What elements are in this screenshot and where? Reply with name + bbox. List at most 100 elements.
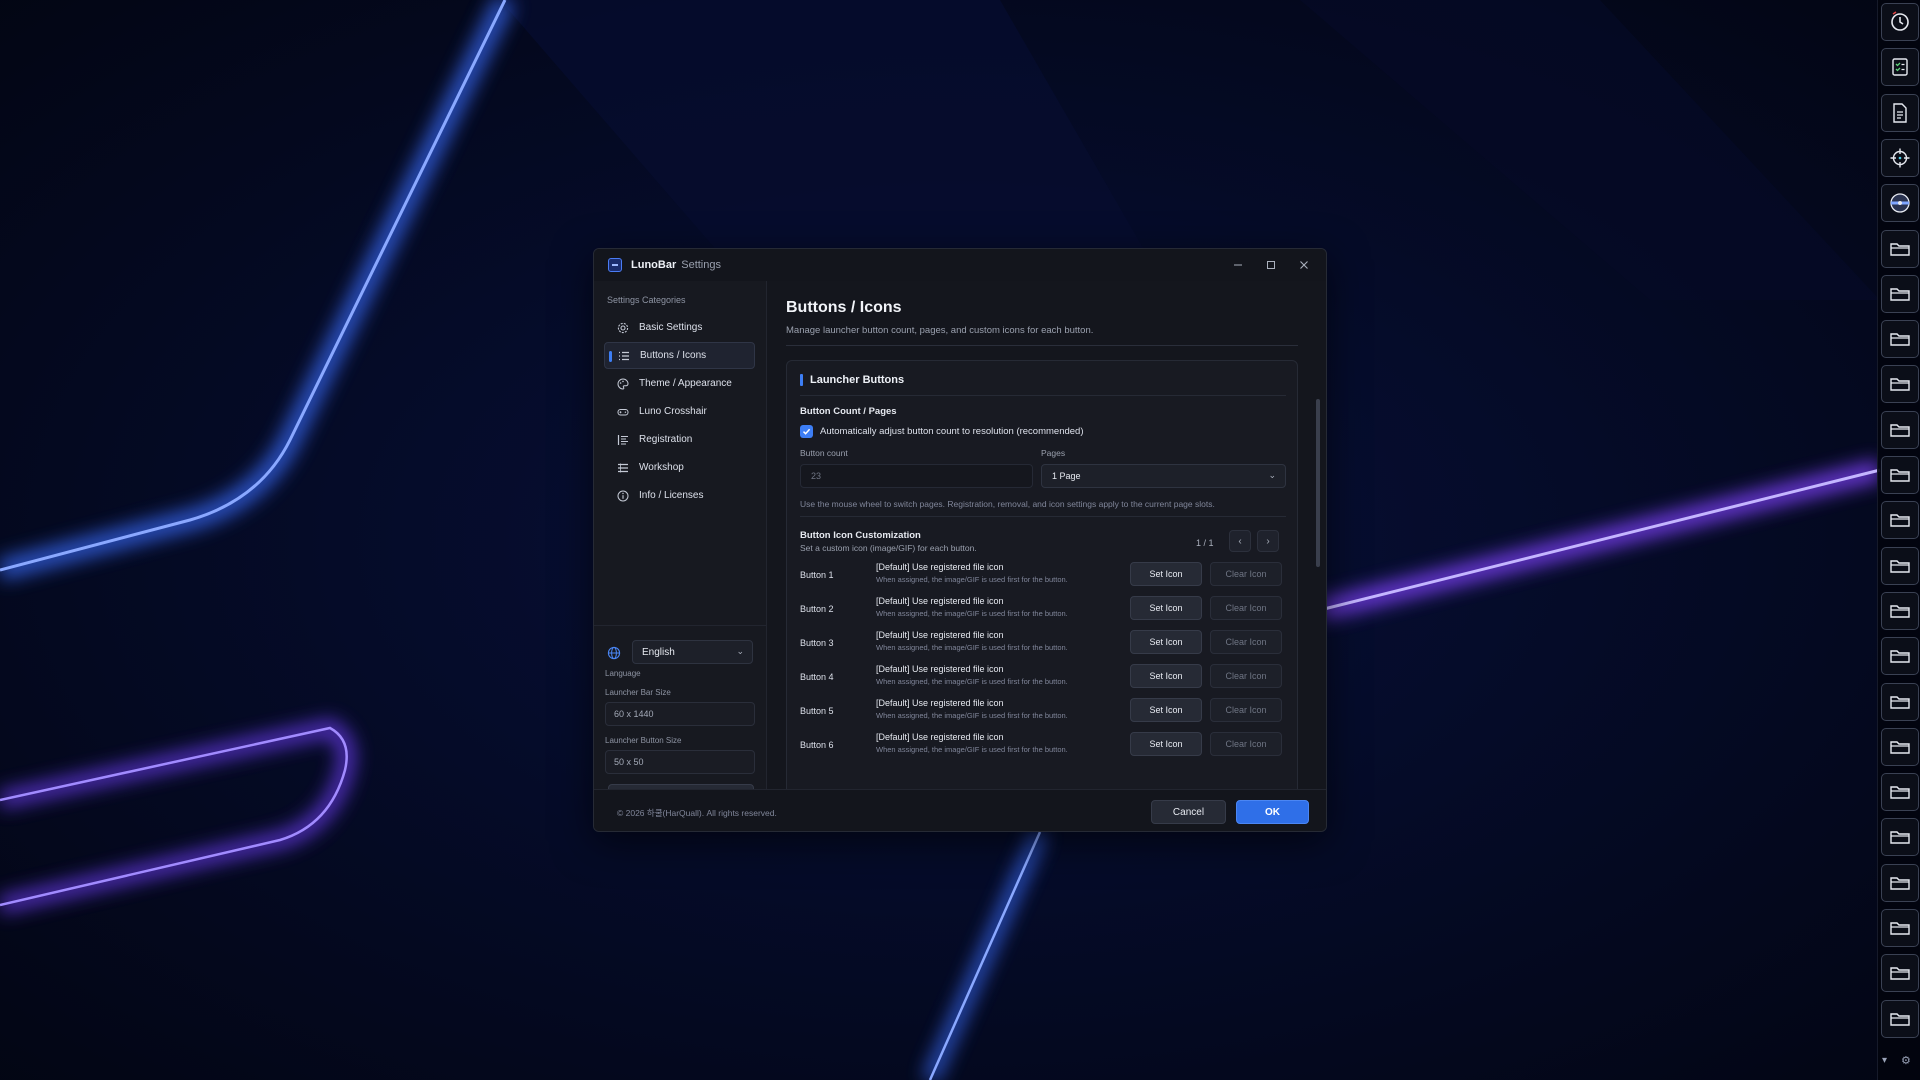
set-icon-button[interactable]: Set Icon	[1130, 698, 1202, 722]
launcher-button[interactable]	[1881, 138, 1919, 177]
folder-icon	[1890, 922, 1910, 935]
main-content: Buttons / Icons Manage launcher button c…	[768, 281, 1326, 789]
row-status: [Default] Use registered file icon	[876, 562, 1004, 572]
launcher-button[interactable]	[1881, 184, 1919, 223]
launcher-button[interactable]	[1881, 456, 1919, 494]
launcher-bar-size-field[interactable]: 60 x 1440	[605, 702, 755, 726]
launcher-button[interactable]	[1881, 320, 1919, 359]
launcher-button[interactable]	[1881, 863, 1919, 902]
auto-adjust-label[interactable]: Automatically adjust button count to res…	[820, 426, 1084, 437]
gear-icon[interactable]: ⚙	[1901, 1054, 1911, 1067]
launcher-button[interactable]	[1881, 682, 1919, 721]
settings-window: LunoBar Settings Settings Categories Bas…	[593, 248, 1327, 832]
set-icon-button[interactable]: Set Icon	[1130, 732, 1202, 756]
launcher-button[interactable]	[1881, 591, 1919, 630]
dialog-footer: © 2026 하쿨(HarQuall). All rights reserved…	[594, 789, 1326, 831]
cancel-button[interactable]: Cancel	[1151, 800, 1226, 824]
folder-icon	[1890, 831, 1910, 845]
pages-value: 1 Page	[1052, 471, 1081, 481]
launcher-button[interactable]	[1881, 229, 1919, 268]
language-select[interactable]: English ⌄	[632, 640, 753, 664]
chevron-down-icon: ⌄	[1268, 470, 1276, 480]
chevron-down-icon[interactable]: ▾	[1882, 1055, 1887, 1066]
document-icon	[1893, 102, 1907, 123]
launcher-button[interactable]	[1881, 410, 1919, 449]
sidebar-item-label: Buttons / Icons	[640, 350, 707, 361]
sidebar-item-label: Basic Settings	[639, 322, 703, 333]
close-icon[interactable]	[1296, 257, 1312, 273]
sidebar-heading: Settings Categories	[607, 295, 686, 305]
sidebar-item-registration[interactable]: Registration	[604, 426, 755, 453]
page-description: Manage launcher button count, pages, and…	[786, 325, 1094, 336]
set-icon-button[interactable]: Set Icon	[1130, 562, 1202, 586]
icon-row: Button 1 [Default] Use registered file i…	[800, 561, 1286, 591]
sidebar-item-basic-settings[interactable]: Basic Settings	[604, 314, 755, 341]
set-icon-button[interactable]: Set Icon	[1130, 630, 1202, 654]
auto-adjust-checkbox[interactable]	[800, 425, 813, 438]
launcher-button-size-field[interactable]: 50 x 50	[605, 750, 755, 774]
launcher-button[interactable]	[1881, 546, 1919, 585]
row-subtext: When assigned, the image/GIF is used fir…	[876, 643, 1068, 652]
copyright-text: © 2026 하쿨(HarQuall). All rights reserved…	[617, 808, 777, 818]
set-icon-button[interactable]: Set Icon	[1130, 664, 1202, 688]
chevron-down-icon: ⌄	[736, 646, 744, 656]
app-name: LunoBar	[631, 259, 677, 271]
title-bar[interactable]: LunoBar Settings	[594, 249, 1326, 281]
sidebar-item-buttons-icons[interactable]: Buttons / Icons	[604, 342, 755, 369]
folder-icon	[1890, 288, 1910, 301]
launcher-button[interactable]	[1881, 999, 1919, 1038]
clock-icon	[1891, 11, 1909, 31]
row-status: [Default] Use registered file icon	[876, 732, 1004, 742]
launcher-button[interactable]	[1881, 909, 1919, 947]
row-status: [Default] Use registered file icon	[876, 596, 1004, 606]
clear-icon-button[interactable]: Clear Icon	[1210, 664, 1282, 688]
globe-icon	[607, 646, 621, 660]
gear-icon	[616, 321, 630, 335]
sidebar-item-luno-crosshair[interactable]: Luno Crosshair	[604, 398, 755, 425]
row-label: Button 2	[800, 604, 834, 614]
card-accent	[800, 374, 803, 386]
clear-icon-button[interactable]: Clear Icon	[1210, 732, 1282, 756]
clear-icon-button[interactable]: Clear Icon	[1210, 630, 1282, 654]
button-count-field[interactable]: 23	[800, 464, 1033, 488]
launcher-button[interactable]	[1881, 818, 1919, 857]
launcher-button[interactable]	[1881, 773, 1919, 812]
launcher-button[interactable]	[1881, 501, 1919, 540]
settings-sidebar: Settings Categories Basic Settings Butto…	[594, 281, 767, 808]
launcher-button[interactable]	[1881, 274, 1919, 313]
sidebar-item-info-licenses[interactable]: Info / Licenses	[604, 482, 755, 509]
minimize-icon[interactable]	[1230, 257, 1246, 273]
clear-icon-button[interactable]: Clear Icon	[1210, 698, 1282, 722]
sidebar-item-label: Luno Crosshair	[639, 406, 707, 417]
icon-row: Button 6 [Default] Use registered file i…	[800, 731, 1286, 761]
launcher-button[interactable]	[1881, 93, 1919, 132]
launcher-button[interactable]	[1881, 637, 1919, 676]
row-label: Button 5	[800, 706, 834, 716]
clear-icon-button[interactable]: Clear Icon	[1210, 562, 1282, 586]
section-title-icon-customization: Button Icon Customization	[800, 530, 921, 541]
page-indicator: 1 / 1	[1196, 538, 1214, 548]
icon-row: Button 2 [Default] Use registered file i…	[800, 595, 1286, 625]
sidebar-item-theme-appearance[interactable]: Theme / Appearance	[604, 370, 755, 397]
pages-select[interactable]: 1 Page ⌄	[1041, 464, 1286, 488]
icon-row: Button 5 [Default] Use registered file i…	[800, 697, 1286, 727]
sidebar-item-workshop[interactable]: Workshop	[604, 454, 755, 481]
folder-icon	[1890, 242, 1910, 256]
row-label: Button 1	[800, 570, 834, 580]
scrollbar-thumb[interactable]	[1316, 399, 1320, 567]
next-page-button[interactable]: ›	[1257, 530, 1279, 552]
launcher-button[interactable]	[1881, 3, 1919, 41]
launcher-button[interactable]	[1881, 365, 1919, 404]
prev-page-button[interactable]: ‹	[1229, 530, 1251, 552]
ok-button[interactable]: OK	[1236, 800, 1309, 824]
set-icon-button[interactable]: Set Icon	[1130, 596, 1202, 620]
launcher-button[interactable]	[1881, 727, 1919, 766]
clear-icon-button[interactable]: Clear Icon	[1210, 596, 1282, 620]
launcher-button[interactable]	[1881, 48, 1919, 87]
launcher-button[interactable]	[1881, 954, 1919, 993]
folder-icon	[1890, 650, 1910, 663]
section-divider	[800, 516, 1286, 517]
sidebar-item-label: Registration	[639, 434, 693, 445]
maximize-icon[interactable]	[1263, 257, 1279, 273]
page-title: Buttons / Icons	[786, 299, 902, 316]
